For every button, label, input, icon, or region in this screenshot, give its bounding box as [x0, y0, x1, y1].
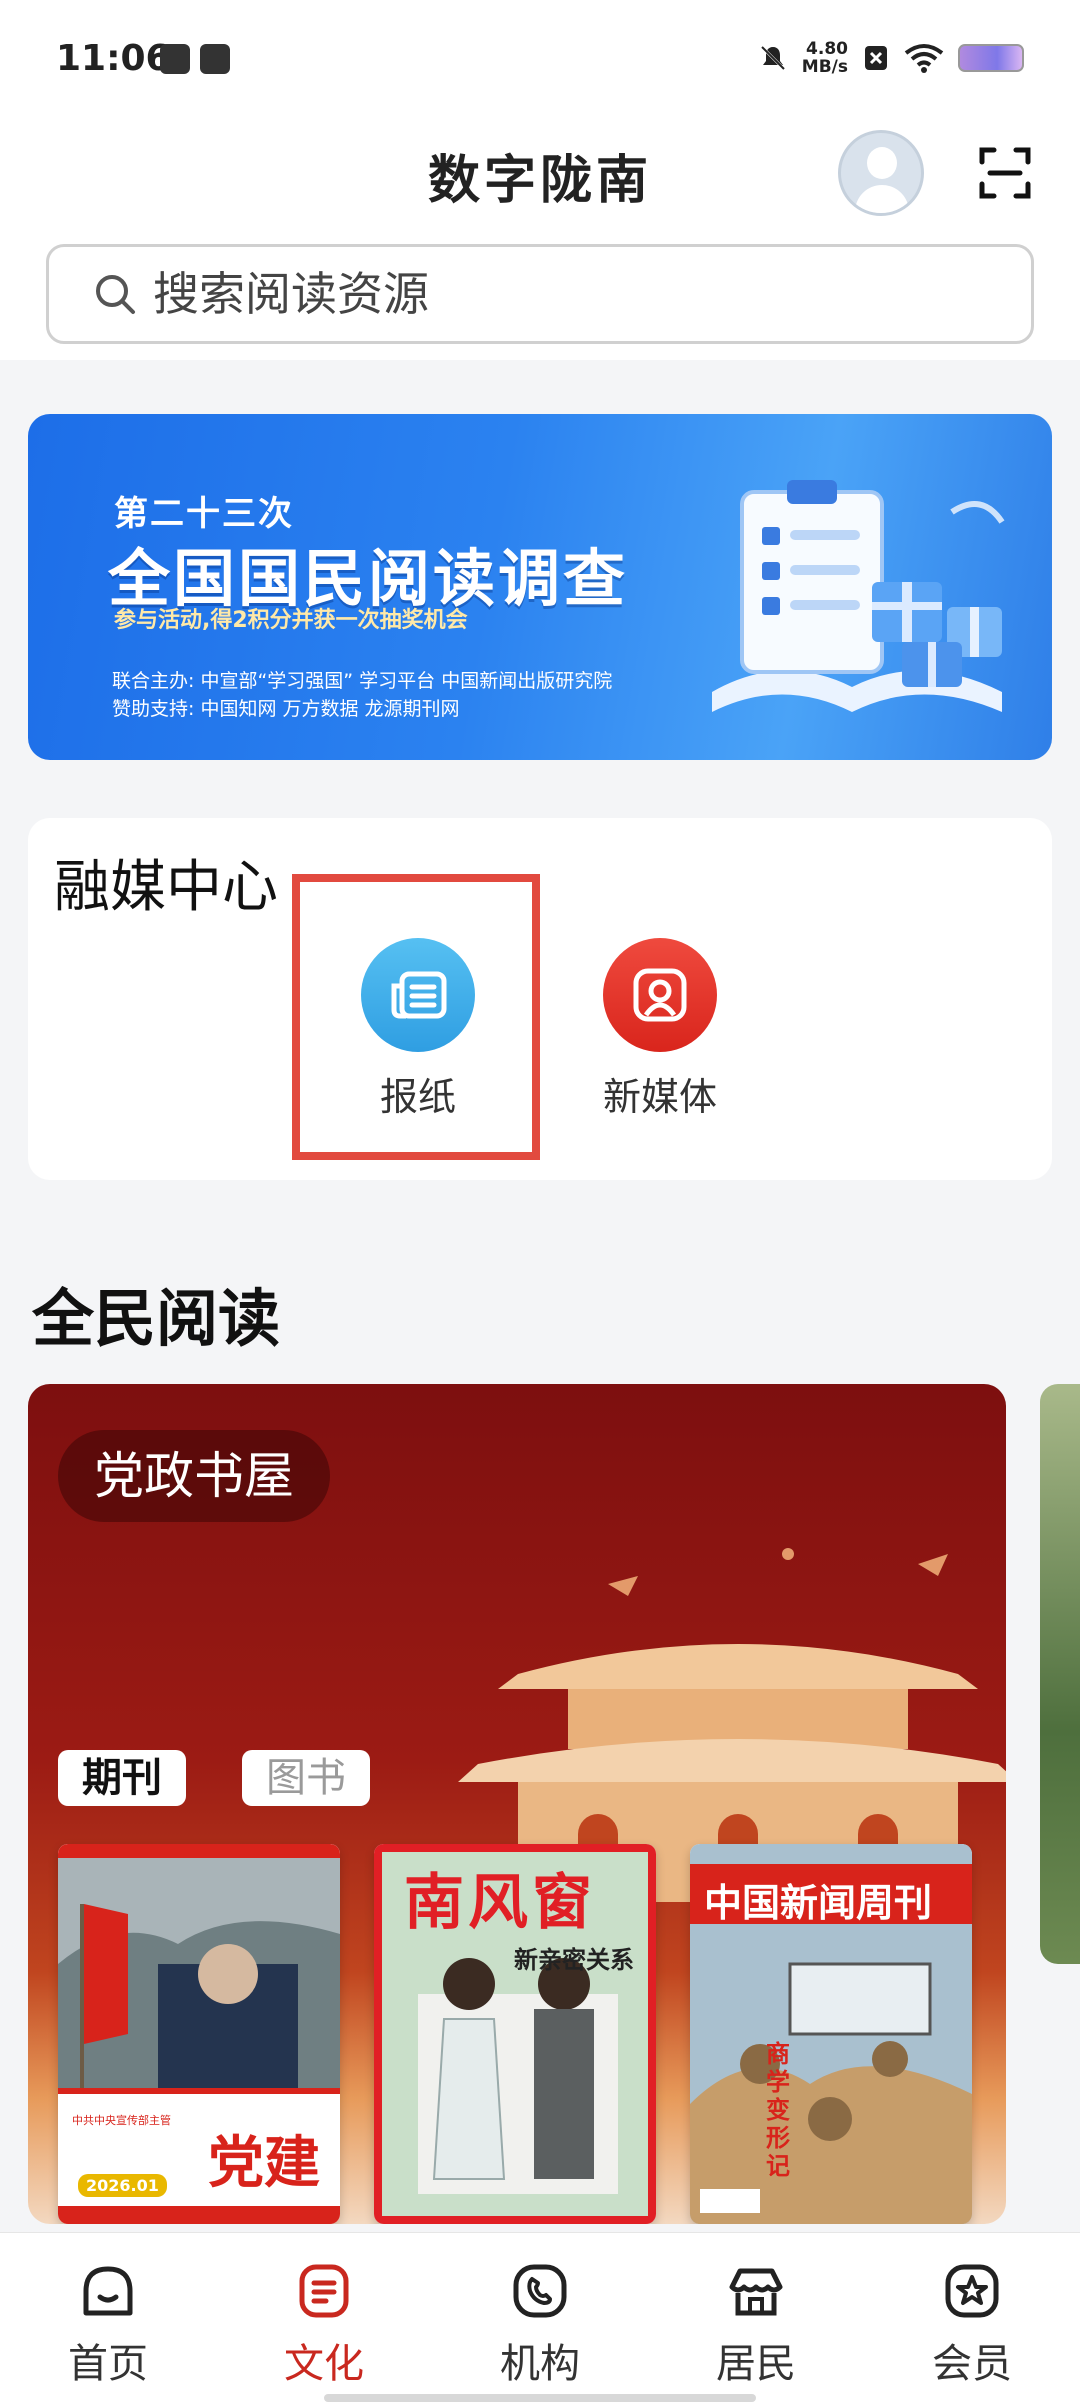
dangjian-issue: 2026.01 — [78, 2174, 167, 2197]
home-indicator[interactable] — [324, 2394, 756, 2402]
dangjian-caption: 中共中央宣传部主管 — [72, 2114, 171, 2127]
home-icon — [83, 2266, 133, 2316]
avatar-body — [855, 185, 909, 213]
card-category-tag: 党政书屋 — [58, 1430, 330, 1522]
nav-label-institution: 机构 — [500, 2341, 580, 2387]
tab-books[interactable]: 图书 — [242, 1750, 370, 1806]
nav-item-culture[interactable]: 文化 — [216, 2233, 432, 2408]
nav-label-home: 首页 — [68, 2341, 148, 2387]
highlight-box — [292, 874, 540, 1160]
status-bar: 11:06 4.80 MB/s — [0, 0, 1080, 120]
sim-off-icon — [865, 46, 887, 70]
china-newsweek-title: 中国新闻周刊 — [704, 1881, 933, 1925]
search-input[interactable] — [153, 267, 953, 321]
nav-label-member: 会员 — [932, 2341, 1012, 2387]
search-icon — [96, 275, 135, 314]
search-box[interactable] — [46, 244, 1034, 344]
avatar[interactable] — [838, 130, 924, 216]
resident-icon — [729, 2268, 783, 2316]
network-speed-value: 4.80 — [806, 39, 848, 59]
new-media-label: 新媒体 — [602, 1075, 717, 1119]
new-media-button[interactable]: 新媒体 — [560, 938, 760, 1119]
book-cover-dangjian[interactable]: 中共中央宣传部主管 党建 2026.01 — [58, 1844, 340, 2224]
party-bookhouse-card[interactable]: 党政书屋 期刊 图书 中共中央宣传部主管 党建 2026.01 南风窗 新亲密关… — [28, 1384, 1006, 2224]
member-icon — [945, 2264, 999, 2318]
nav-label-resident: 居民 — [716, 2341, 796, 2387]
nav-item-resident[interactable]: 居民 — [648, 2233, 864, 2408]
dangjian-title: 党建 — [208, 2130, 320, 2196]
battery-icon — [958, 44, 1024, 72]
nav-label-culture: 文化 — [284, 2341, 364, 2387]
notification-icon — [160, 44, 190, 74]
reading-survey-banner[interactable]: 第二十三次 全国国民阅读调查 参与活动,得2积分并获一次抽奖机会 联合主办: 中… — [28, 414, 1052, 760]
culture-icon — [299, 2264, 349, 2318]
scan-icon[interactable] — [978, 146, 1032, 200]
media-center-card: 融媒中心 报纸 新媒体 — [28, 818, 1052, 1180]
network-speed-unit: MB/s — [801, 57, 848, 77]
nanfengchuang-subtitle: 新亲密关系 — [514, 1946, 634, 1974]
media-center-title: 融媒中心 — [54, 855, 278, 920]
wifi-icon — [904, 44, 944, 73]
tab-journals[interactable]: 期刊 — [58, 1750, 186, 1806]
network-speed: 4.80 MB/s — [802, 40, 848, 76]
banner-organizers: 联合主办: 中宣部“学习强国” 学习平台 中国新闻出版研究院 — [112, 670, 613, 692]
mute-icon — [760, 45, 785, 71]
reading-section-title: 全民阅读 — [32, 1282, 281, 1355]
header: 数字陇南 — [0, 120, 1080, 360]
avatar-head — [867, 147, 897, 179]
status-time: 11:06 — [56, 38, 171, 79]
book-cover-nanfengchuang[interactable]: 南风窗 新亲密关系 — [374, 1844, 656, 2224]
new-media-icon — [633, 968, 687, 1022]
new-media-icon-circle — [603, 938, 717, 1052]
china-newsweek-subtitle: 商学变形记 — [766, 2040, 790, 2180]
nanfengchuang-title: 南风窗 — [404, 1868, 596, 1938]
banner-sponsors: 赞助支持: 中国知网 万方数据 龙源期刊网 — [112, 698, 460, 720]
institution-icon — [513, 2264, 567, 2318]
app-notification-icon — [200, 44, 230, 74]
clipboard-gifts-illustration — [712, 480, 1005, 712]
next-reading-card-peek[interactable] — [1040, 1384, 1080, 1964]
nav-item-home[interactable]: 首页 — [0, 2233, 216, 2408]
bottom-nav: 首页 文化 机构 居民 会员 — [0, 2232, 1080, 2408]
nav-item-institution[interactable]: 机构 — [432, 2233, 648, 2408]
banner-tagline: 参与活动,得2积分并获一次抽奖机会 — [114, 608, 468, 633]
book-cover-china-newsweek[interactable]: 中国新闻周刊 商学变形记 — [690, 1844, 972, 2224]
status-right: 4.80 MB/s — [758, 38, 1024, 78]
nav-item-member[interactable]: 会员 — [864, 2233, 1080, 2408]
